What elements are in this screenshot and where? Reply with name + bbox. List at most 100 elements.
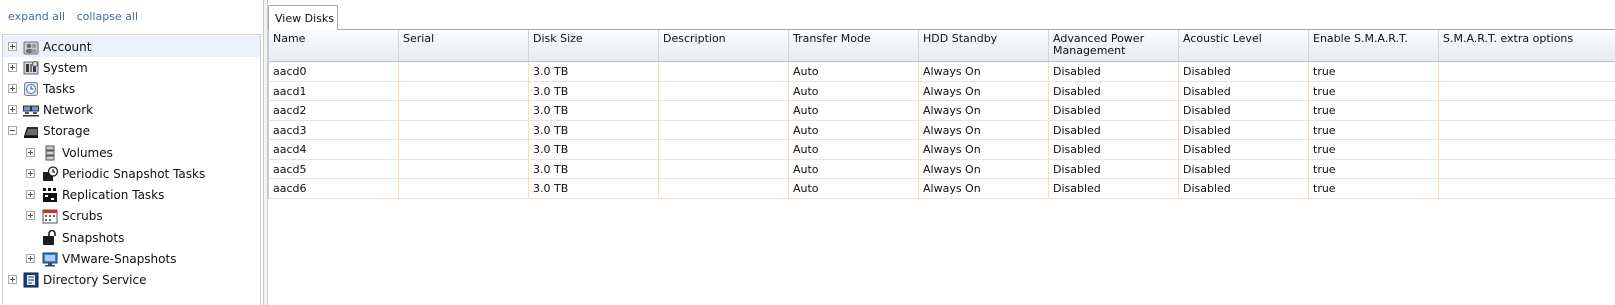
cell-smart-extra-options — [1439, 160, 1615, 179]
cell-transfer-mode: Auto — [789, 120, 919, 140]
cell-description — [659, 62, 789, 81]
tree-item-label: Scrubs — [62, 209, 103, 223]
expand-icon[interactable] — [26, 169, 35, 178]
tree-item-volumes[interactable]: Volumes — [3, 142, 260, 163]
tree-links: expand all collapse all — [8, 10, 146, 24]
tree-item-directory-service[interactable]: Directory Service — [3, 269, 260, 290]
cell-acoustic-level: Disabled — [1179, 179, 1309, 198]
table-row[interactable]: aacd2 3.0 TB Auto Always On Disabled Disabled… — [268, 101, 1615, 121]
vmware-icon — [42, 252, 58, 267]
expand-icon[interactable] — [26, 211, 35, 220]
expand-icon[interactable] — [8, 275, 17, 284]
cell-disk-size: 3.0 TB — [529, 62, 659, 81]
column-header-description[interactable]: Description — [659, 30, 789, 61]
cell-advanced-power-management: Disabled — [1049, 62, 1179, 81]
cell-enable-smart: true — [1309, 62, 1439, 81]
cell-advanced-power-management: Disabled — [1049, 101, 1179, 120]
expand-all-link[interactable]: expand all — [8, 10, 65, 23]
cell-serial — [399, 120, 529, 140]
tree-item-label: Account — [43, 40, 92, 54]
tree-item-network[interactable]: Network — [3, 99, 260, 120]
cell-acoustic-level: Disabled — [1179, 159, 1309, 179]
tree-item-label: Tasks — [43, 82, 76, 96]
cell-disk-size: 3.0 TB — [529, 140, 659, 159]
navigation-pane: expand all collapse all Account System T… — [0, 0, 263, 305]
expand-icon[interactable] — [26, 148, 35, 157]
tree-item-periodic-snapshot-tasks[interactable]: Periodic Snapshot Tasks — [3, 163, 260, 184]
column-header-smart-extra-options[interactable]: S.M.A.R.T. extra options — [1439, 30, 1615, 61]
tree-item-scrubs[interactable]: Scrubs — [3, 205, 260, 226]
tree-item-tasks[interactable]: Tasks — [3, 78, 260, 99]
cell-serial — [399, 179, 529, 198]
cell-description — [659, 159, 789, 179]
tree-item-storage[interactable]: Storage — [3, 120, 260, 141]
cell-transfer-mode: Auto — [789, 81, 919, 101]
tree-item-label: Network — [43, 103, 94, 117]
column-header-advanced-power-management[interactable]: Advanced Power Management — [1049, 30, 1179, 61]
cell-smart-extra-options — [1439, 121, 1615, 140]
column-header-enable-smart[interactable]: Enable S.M.A.R.T. — [1309, 30, 1439, 61]
directory-service-icon — [23, 272, 39, 288]
tree-item-snapshots[interactable]: Snapshots — [3, 227, 260, 248]
tree-item-label: Replication Tasks — [62, 188, 165, 202]
replication-icon — [43, 188, 57, 202]
table-row[interactable]: aacd3 3.0 TB Auto Always On Disabled Disabled… — [268, 120, 1615, 140]
expand-icon[interactable] — [8, 63, 17, 72]
users-icon — [23, 41, 39, 55]
cell-name: aacd4 — [269, 140, 399, 159]
cell-hdd-standby: Always On — [919, 120, 1049, 140]
cell-enable-smart: true — [1309, 140, 1439, 159]
cell-smart-extra-options — [1439, 62, 1615, 81]
expand-icon[interactable] — [8, 42, 17, 51]
column-header-serial[interactable]: Serial — [399, 30, 529, 61]
cell-disk-size: 3.0 TB — [529, 159, 659, 179]
cell-acoustic-level: Disabled — [1179, 62, 1309, 81]
tree-item-system[interactable]: System — [3, 57, 260, 78]
column-header-transfer-mode[interactable]: Transfer Mode — [789, 30, 919, 61]
expand-icon[interactable] — [26, 254, 35, 263]
cell-transfer-mode: Auto — [789, 62, 919, 81]
cell-description — [659, 120, 789, 140]
cell-advanced-power-management: Disabled — [1049, 159, 1179, 179]
table-row[interactable]: aacd6 3.0 TB Auto Always On Disabled Disabled… — [268, 179, 1615, 199]
tab-view-disks[interactable]: View Disks — [268, 5, 338, 31]
cell-hdd-standby: Always On — [919, 159, 1049, 179]
cell-serial — [399, 101, 529, 120]
column-header-acoustic-level[interactable]: Acoustic Level — [1179, 30, 1309, 61]
expand-icon[interactable] — [26, 190, 35, 199]
cell-disk-size: 3.0 TB — [529, 179, 659, 198]
table-row[interactable]: aacd5 3.0 TB Auto Always On Disabled Disabled… — [268, 159, 1615, 179]
tree-item-label: VMware-Snapshots — [62, 252, 177, 266]
cell-transfer-mode: Auto — [789, 159, 919, 179]
table-row[interactable]: aacd4 3.0 TB Auto Always On Disabled Disabled… — [268, 140, 1615, 160]
column-header-name[interactable]: Name — [269, 30, 399, 61]
table-row[interactable]: aacd1 3.0 TB Auto Always On Disabled Disabled… — [268, 81, 1615, 101]
cell-enable-smart: true — [1309, 81, 1439, 101]
navigation-tree: Account System Tasks Network Storage Vol… — [2, 34, 261, 305]
cell-serial — [399, 159, 529, 179]
cell-hdd-standby: Always On — [919, 140, 1049, 159]
cell-serial — [399, 140, 529, 159]
cell-name: aacd1 — [269, 81, 399, 101]
cell-acoustic-level: Disabled — [1179, 120, 1309, 140]
table-row[interactable]: aacd0 3.0 TB Auto Always On Disabled Disabled… — [268, 62, 1615, 82]
storage-icon — [24, 127, 38, 138]
calendar-icon — [42, 209, 58, 224]
expand-icon[interactable] — [8, 84, 17, 93]
cell-name: aacd5 — [269, 159, 399, 179]
expand-icon[interactable] — [8, 105, 17, 114]
cell-acoustic-level: Disabled — [1179, 81, 1309, 101]
tree-item-replication-tasks[interactable]: Replication Tasks — [3, 184, 260, 205]
collapse-all-link[interactable]: collapse all — [77, 10, 138, 23]
cell-disk-size: 3.0 TB — [529, 101, 659, 120]
column-header-disk-size[interactable]: Disk Size — [529, 30, 659, 61]
tree-item-account[interactable]: Account — [3, 36, 260, 57]
cell-acoustic-level: Disabled — [1179, 101, 1309, 120]
cell-advanced-power-management: Disabled — [1049, 179, 1179, 198]
collapse-icon[interactable] — [8, 126, 17, 135]
volumes-icon — [45, 145, 55, 161]
column-header-hdd-standby[interactable]: HDD Standby — [919, 30, 1049, 61]
cell-name: aacd2 — [269, 101, 399, 120]
tree-item-vmware-snapshots[interactable]: VMware-Snapshots — [3, 248, 260, 269]
tasks-icon — [24, 82, 38, 96]
